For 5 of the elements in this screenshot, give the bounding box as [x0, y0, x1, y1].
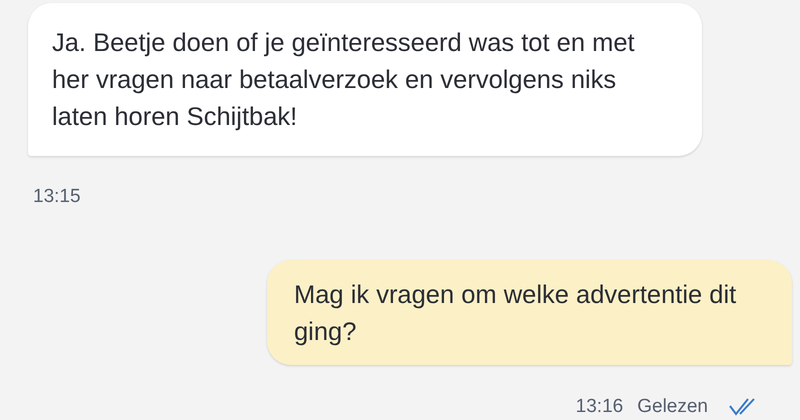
message-time: 13:15: [33, 186, 81, 208]
message-time: 13:16: [576, 396, 624, 418]
read-status: Gelezen: [637, 396, 708, 418]
message-bubble: Ja. Beetje doen of je geïnteresseerd was tot en met her vragen naar betaalverzoek en vervolgens niks laten horen Schijtbak!: [28, 3, 702, 156]
message-bubble: Mag ik vragen om welke advertentie dit ging?: [267, 260, 792, 365]
